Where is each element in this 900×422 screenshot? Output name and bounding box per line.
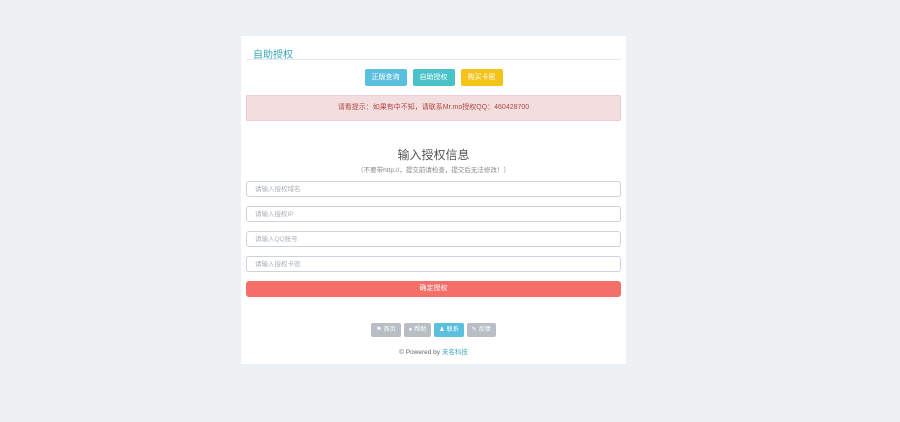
feedback-label: 反馈 <box>478 327 491 333</box>
home-button[interactable]: ⚑ 首页 <box>371 323 401 337</box>
help-label: 帮助 <box>414 327 427 333</box>
pencil-icon: ✎ <box>471 327 477 333</box>
info-icon: ● <box>408 327 413 333</box>
buy-card-button[interactable]: 购买卡密 <box>460 69 503 86</box>
ip-input[interactable] <box>246 206 621 222</box>
footer-prefix: © Powered by <box>399 349 442 356</box>
title-divider <box>246 59 621 60</box>
contact-label: 联系 <box>446 327 459 333</box>
domain-input[interactable] <box>246 181 621 197</box>
form-subheading: （不要带http://，提交前请检查，提交后无法修改！） <box>357 167 510 174</box>
auth-card: 自助授权 正版查询 自助授权 购买卡密 请看提示：如果有中不知，请联系Mr.mo… <box>241 36 626 364</box>
submit-button[interactable]: 确定授权 <box>246 281 621 297</box>
form-heading: 输入授权信息 <box>397 148 470 162</box>
flag-icon: ⚑ <box>376 327 382 333</box>
notice-alert: 请看提示：如果有中不知，请联系Mr.mo授权QQ：460428700 <box>246 95 621 121</box>
home-label: 首页 <box>383 327 396 333</box>
footer-link[interactable]: 未名科技 <box>442 349 468 356</box>
footer: © Powered by 未名科技 <box>241 346 626 356</box>
query-button[interactable]: 正版查询 <box>364 69 407 86</box>
auto-auth-button[interactable]: 自助授权 <box>412 69 455 86</box>
feedback-button[interactable]: ✎ 反馈 <box>466 323 496 337</box>
qq-input[interactable] <box>246 231 621 247</box>
card-key-input[interactable] <box>246 256 621 272</box>
user-icon: ♟ <box>439 327 445 333</box>
bottom-nav: ⚑ 首页 ● 帮助 ♟ 联系 ✎ 反馈 <box>241 323 626 337</box>
contact-button[interactable]: ♟ 联系 <box>434 323 464 337</box>
top-button-group: 正版查询 自助授权 购买卡密 <box>241 69 626 86</box>
help-button[interactable]: ● 帮助 <box>403 323 432 337</box>
